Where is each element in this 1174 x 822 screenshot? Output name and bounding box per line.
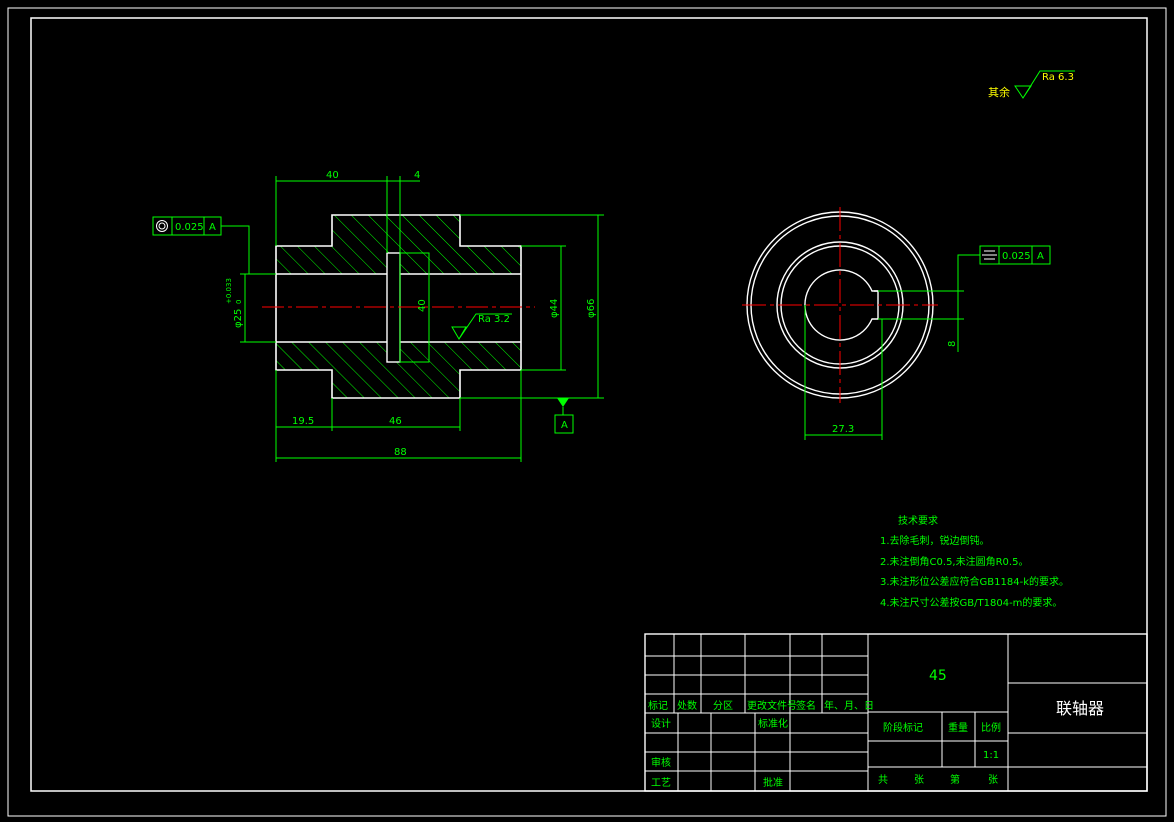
- label-weight: 重量: [948, 721, 968, 734]
- tech-req-item-4: 4.未注尺寸公差按GB/T1804-m的要求。: [880, 596, 1062, 609]
- roughness-value: Ra 3.2: [478, 314, 510, 325]
- label-review: 审核: [651, 756, 671, 769]
- tech-req-item-1: 1.去除毛刺，锐边倒钝。: [880, 534, 990, 547]
- dim-keyway-depth: 27.3: [832, 424, 854, 435]
- header-zone: 分区: [713, 700, 733, 712]
- dim-top-right: 4: [414, 170, 420, 181]
- label-scale: 比例: [981, 721, 1001, 734]
- surface-finish-value: Ra 6.3: [1042, 72, 1074, 83]
- dim-bore-tol-lower: 0: [235, 300, 243, 304]
- symmetry-datum: A: [1037, 251, 1044, 262]
- tech-req-item-3: 3.未注形位公差应符合GB1184-k的要求。: [880, 575, 1069, 588]
- symmetry-frame: 0.025 A: [957, 245, 1051, 291]
- concentricity-datum: A: [209, 222, 216, 233]
- symmetry-value: 0.025: [1002, 251, 1031, 262]
- dim-top-left: 40: [326, 170, 339, 181]
- scale-value: 1:1: [983, 750, 999, 761]
- material: 45: [929, 668, 947, 684]
- header-mark: 标记: [648, 700, 668, 712]
- sheet-unit: 张: [914, 774, 924, 786]
- dim-outer-large: φ66: [586, 299, 597, 318]
- part-name: 联轴器: [1056, 699, 1104, 718]
- header-date: 年、月、日: [824, 699, 874, 712]
- dim-bore-tol-upper: +0.033: [225, 278, 233, 304]
- sheet-total: 共: [878, 774, 888, 786]
- dim-bottom-left: 19.5: [292, 416, 314, 427]
- label-standardization: 标准化: [758, 717, 788, 730]
- symmetry-icon: [982, 250, 997, 260]
- dim-outer-small: φ44: [549, 299, 560, 318]
- header-signature: 签名: [796, 699, 816, 712]
- sheet-unit-2: 张: [988, 774, 998, 786]
- dim-bottom-mid: 46: [389, 416, 402, 427]
- header-change-doc: 更改文件号: [747, 699, 797, 712]
- front-view: 40 4 φ25 +0.033 0 40 Ra 3.2 φ44 φ66 A 0.…: [152, 170, 604, 462]
- surface-finish-label: 其余: [988, 85, 1010, 99]
- tech-requirements: 技术要求 1.去除毛刺，锐边倒钝。 2.未注倒角C0.5,未注圆角R0.5。 3…: [880, 514, 1069, 609]
- datum-label: A: [561, 420, 568, 431]
- tech-req-title: 技术要求: [898, 514, 938, 527]
- label-approval: 批准: [763, 776, 783, 789]
- dim-key-height: 40: [417, 299, 428, 312]
- dim-bore-diameter: φ25: [233, 309, 244, 328]
- sheet-number: 第: [950, 773, 960, 786]
- tech-req-item-2: 2.未注倒角C0.5,未注圆角R0.5。: [880, 555, 1028, 568]
- concentricity-icon: [156, 220, 168, 232]
- title-block: 标记 处数 分区 更改文件号 签名 年、月、日 设计 标准化 审核 工艺 批准 …: [644, 633, 1148, 792]
- label-stage-mark: 阶段标记: [883, 721, 923, 734]
- side-view: 8 0.025 A 27.3: [742, 207, 1051, 440]
- label-design: 设计: [651, 717, 671, 730]
- dim-total: 88: [394, 447, 407, 458]
- concentricity-value: 0.025: [175, 222, 204, 233]
- label-process: 工艺: [651, 777, 671, 789]
- dim-keyway-width: 8: [947, 341, 958, 347]
- engineering-drawing: 其余 Ra 6.3 40 4 φ25 +0.033 0 40 Ra 3.2 φ4…: [7, 7, 1167, 817]
- header-count: 处数: [677, 699, 697, 712]
- concentricity-frame: 0.025 A: [152, 216, 250, 274]
- outer-frame: [7, 7, 1167, 817]
- general-surface-finish: 其余 Ra 6.3: [988, 70, 1075, 99]
- inner-frame: [30, 17, 1148, 792]
